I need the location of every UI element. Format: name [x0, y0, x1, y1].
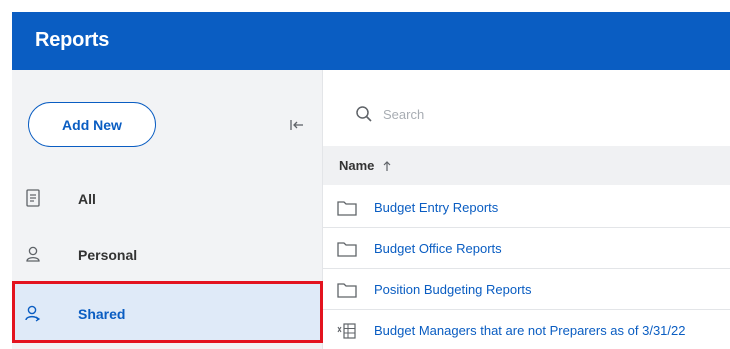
table-row[interactable]: Budget Entry Reports: [323, 187, 730, 228]
document-icon: [26, 189, 40, 207]
sidebar-item-shared[interactable]: Shared: [12, 284, 323, 343]
sidebar-item-personal[interactable]: Personal: [12, 234, 323, 276]
shared-person-icon: [25, 305, 41, 322]
folder-icon: [337, 283, 357, 298]
table-row[interactable]: Position Budgeting Reports: [323, 269, 730, 310]
sidebar-item-label: All: [78, 191, 96, 207]
search-input[interactable]: [383, 106, 683, 122]
report-link[interactable]: Position Budgeting Reports: [374, 282, 532, 297]
sort-ascending-icon[interactable]: [382, 160, 392, 172]
name-column-header[interactable]: Name: [339, 158, 374, 173]
sidebar-item-label: Shared: [78, 305, 126, 322]
person-icon: [26, 246, 40, 262]
table-row[interactable]: Budget Office Reports: [323, 228, 730, 269]
add-new-button[interactable]: Add New: [28, 102, 156, 147]
table-header[interactable]: Name: [323, 146, 730, 185]
sidebar-item-label: Personal: [78, 247, 138, 263]
report-link[interactable]: Budget Office Reports: [374, 241, 502, 256]
sidebar: Add New All Personal Shared: [12, 70, 323, 349]
sidebar-item-all[interactable]: All: [12, 178, 323, 220]
page-title: Reports: [35, 29, 110, 51]
reports-list-panel: Name Budget Entry Reports Budget Office …: [323, 70, 730, 349]
folder-icon: [337, 201, 357, 216]
folder-icon: [337, 242, 357, 257]
spreadsheet-report-icon: [337, 323, 356, 339]
report-link[interactable]: Budget Entry Reports: [374, 200, 498, 215]
app-header: Reports: [12, 12, 730, 70]
collapse-sidebar-icon[interactable]: [290, 118, 304, 132]
search-bar[interactable]: [343, 102, 723, 126]
table-row[interactable]: Budget Managers that are not Preparers a…: [323, 310, 730, 349]
report-link[interactable]: Budget Managers that are not Preparers a…: [374, 323, 685, 338]
search-icon: [356, 106, 372, 122]
